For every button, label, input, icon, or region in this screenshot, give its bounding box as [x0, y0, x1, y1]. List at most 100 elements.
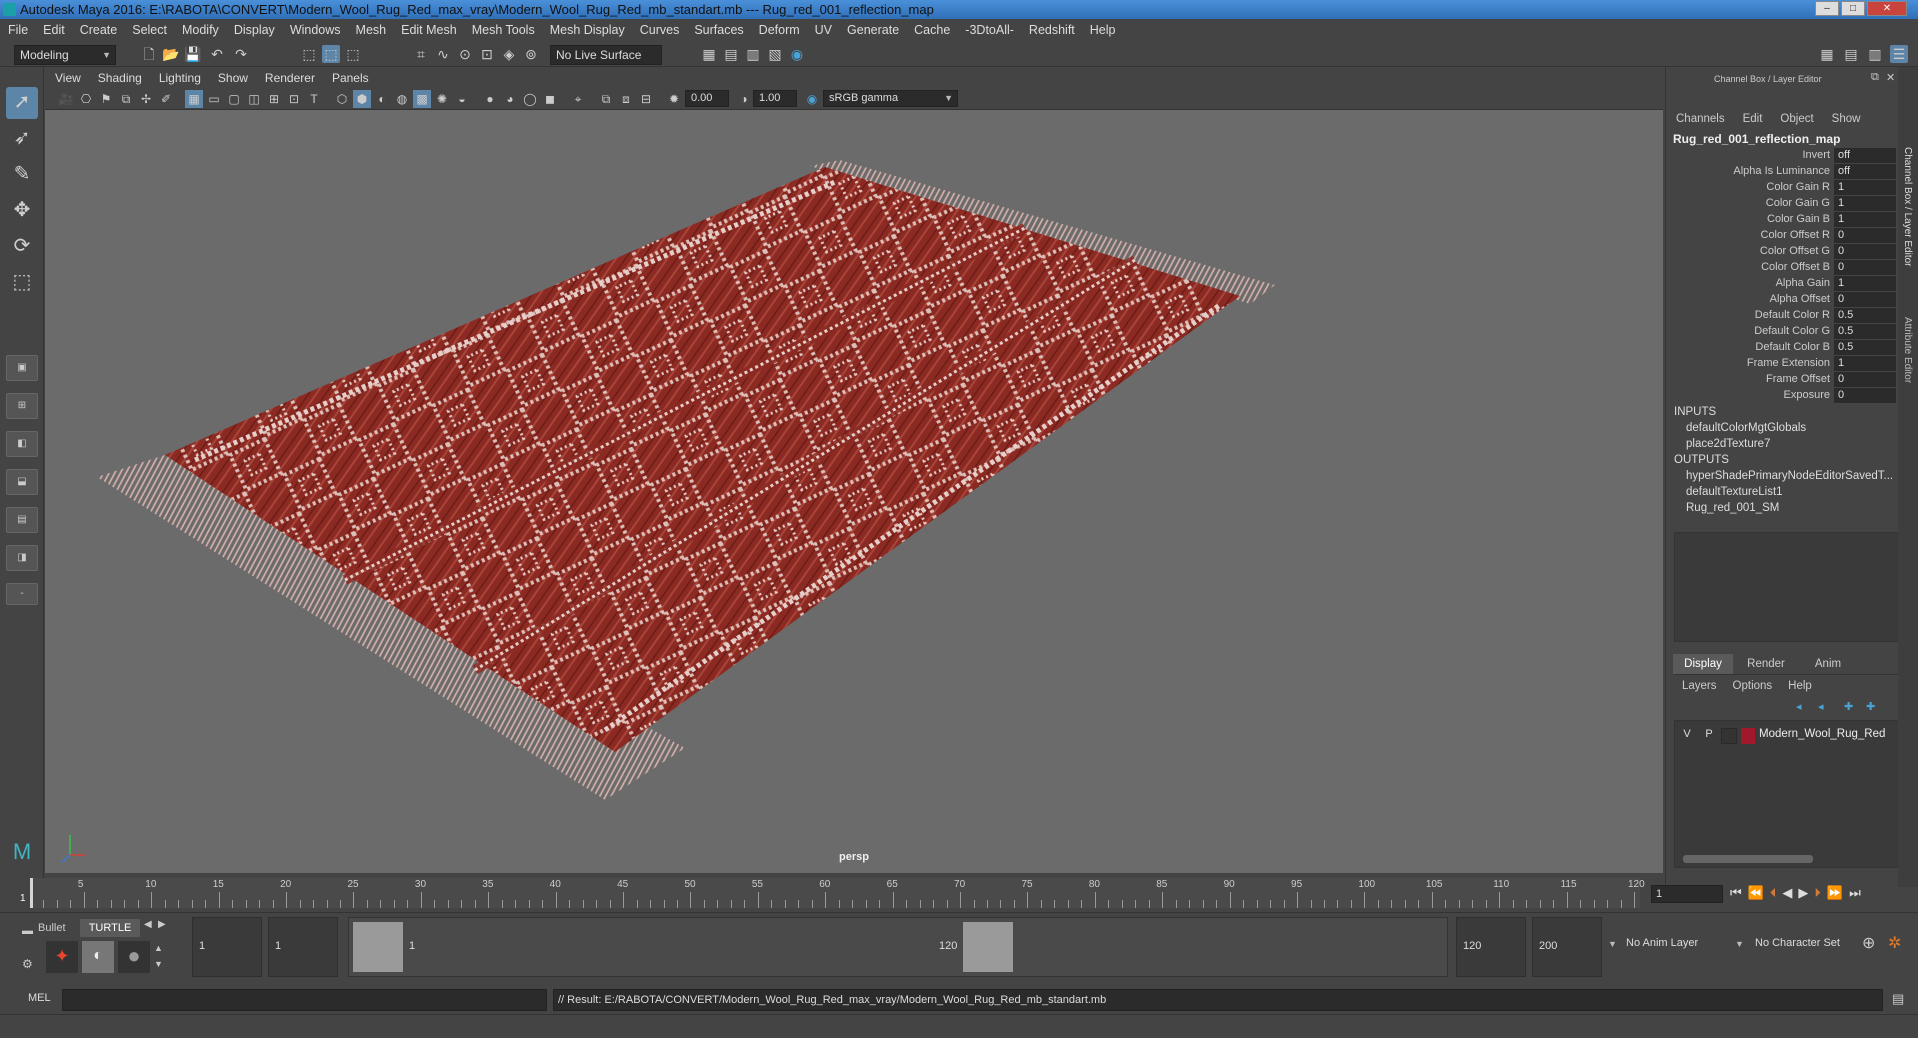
snap-point-icon[interactable]: ⊙: [456, 45, 474, 63]
select-tool-icon[interactable]: ➚: [6, 87, 38, 119]
close-button[interactable]: ✕: [1867, 1, 1907, 16]
mode-dropdown[interactable]: Modeling ▼: [14, 45, 116, 65]
time-slider[interactable]: 5 10 15 20 25 30 35 40 45 50 55 60 65 70 75 80 85 90 95 100…: [30, 878, 1645, 908]
channel-box-toggle-icon[interactable]: ☰: [1890, 45, 1908, 63]
animation-end-field[interactable]: 200: [1532, 917, 1602, 977]
attr-value[interactable]: 0: [1834, 228, 1896, 243]
turtle-settings-icon[interactable]: ◐: [82, 941, 114, 973]
menu-file[interactable]: File: [8, 23, 28, 37]
motion-blur-icon[interactable]: ◕: [501, 90, 519, 108]
select-object-icon[interactable]: ⬚: [322, 45, 340, 63]
current-frame-field[interactable]: 1: [1651, 885, 1723, 903]
render-settings-icon[interactable]: ▦: [700, 45, 718, 63]
menu-deform[interactable]: Deform: [759, 23, 800, 37]
menu-select[interactable]: Select: [132, 23, 167, 37]
attr-value[interactable]: 0.5: [1834, 324, 1896, 339]
attr-row[interactable]: Frame Offset 0: [1666, 372, 1896, 388]
chevron-down-icon[interactable]: ▼: [1608, 939, 1617, 949]
bookmark-icon[interactable]: ⚑: [97, 90, 115, 108]
options-menu[interactable]: Options: [1733, 680, 1773, 692]
xray-icon[interactable]: ⧉: [597, 90, 615, 108]
playback-start-field[interactable]: 1: [268, 917, 338, 977]
attr-row[interactable]: Color Offset B 0: [1666, 260, 1896, 276]
menu-help[interactable]: Help: [1090, 23, 1116, 37]
viewport-menu-lighting[interactable]: Lighting: [159, 71, 201, 85]
attr-value[interactable]: 1: [1834, 276, 1896, 291]
channels-menu[interactable]: Channels: [1676, 113, 1725, 125]
attr-row[interactable]: Alpha Gain 1: [1666, 276, 1896, 292]
menu-windows[interactable]: Windows: [290, 23, 341, 37]
attr-value[interactable]: 1: [1834, 212, 1896, 227]
save-scene-icon[interactable]: 💾: [184, 45, 202, 63]
current-time-indicator[interactable]: [30, 878, 33, 908]
shelf-settings-icon[interactable]: ⚙: [22, 957, 33, 971]
grid-toggle-icon[interactable]: ▦: [185, 90, 203, 108]
hypershade-icon[interactable]: ◉: [788, 45, 806, 63]
color-management-icon[interactable]: ◉: [803, 90, 821, 108]
menu-display[interactable]: Display: [234, 23, 275, 37]
more-layouts-icon[interactable]: -: [6, 583, 38, 605]
paint-select-tool-icon[interactable]: ✎: [6, 159, 38, 191]
menu-mesh-tools[interactable]: Mesh Tools: [472, 23, 535, 37]
exposure-icon[interactable]: ✹: [665, 90, 683, 108]
xray-joints-icon[interactable]: ⧈: [617, 90, 635, 108]
menu-edit-mesh[interactable]: Edit Mesh: [401, 23, 457, 37]
close-panel-icon[interactable]: ✕: [1886, 71, 1895, 84]
grease-pencil-icon[interactable]: ✐: [157, 90, 175, 108]
snap-view-icon[interactable]: ⊡: [478, 45, 496, 63]
shelf-prev-icon[interactable]: ◀: [144, 919, 152, 930]
menu-redshift[interactable]: Redshift: [1029, 23, 1075, 37]
turtle-render-icon[interactable]: ✦: [46, 941, 78, 973]
uv-editor-layout-icon[interactable]: ◨: [6, 545, 38, 571]
layer-display-type[interactable]: [1721, 728, 1737, 744]
move-layer-down-icon[interactable]: ◂: [1818, 700, 1824, 713]
live-surface-field[interactable]: No Live Surface: [550, 45, 662, 65]
layer-visibility-toggle[interactable]: V: [1679, 728, 1695, 744]
attr-value[interactable]: 0: [1834, 372, 1896, 387]
command-input[interactable]: [62, 989, 547, 1011]
step-forward-icon[interactable]: ⏩: [1827, 885, 1843, 901]
film-gate-icon[interactable]: ▭: [205, 90, 223, 108]
viewport-menu-renderer[interactable]: Renderer: [265, 71, 315, 85]
show-menu[interactable]: Show: [1832, 113, 1861, 125]
attr-value[interactable]: 0: [1834, 260, 1896, 275]
shelf-next-icon[interactable]: ▶: [158, 919, 166, 930]
attr-value[interactable]: 1: [1834, 196, 1896, 211]
range-slider-start-handle[interactable]: [353, 922, 403, 972]
attr-row[interactable]: Default Color G 0.5: [1666, 324, 1896, 340]
smooth-shade-icon[interactable]: ⬢: [353, 90, 371, 108]
selected-node-name[interactable]: Rug_red_001_reflection_map: [1673, 132, 1840, 146]
go-to-end-icon[interactable]: ⏭: [1849, 885, 1861, 901]
modeling-toolkit-icon[interactable]: ▦: [1818, 45, 1836, 63]
shelf-scroll-down-icon[interactable]: ▼: [154, 959, 163, 969]
attr-value[interactable]: 0: [1834, 292, 1896, 307]
menu-generate[interactable]: Generate: [847, 23, 899, 37]
lasso-tool-icon[interactable]: ➶: [6, 123, 38, 155]
undo-icon[interactable]: ↶: [208, 45, 226, 63]
camera-select-icon[interactable]: 🎥: [57, 90, 75, 108]
persp-outliner-layout-icon[interactable]: ◧: [6, 431, 38, 457]
script-editor-icon[interactable]: ▤: [1892, 991, 1904, 1007]
layer-list-scrollbar[interactable]: [1683, 855, 1813, 863]
edit-menu[interactable]: Edit: [1743, 113, 1763, 125]
snap-surface-icon[interactable]: ◈: [500, 45, 518, 63]
scale-tool-icon[interactable]: ⬚: [6, 267, 38, 299]
viewport-menu-panels[interactable]: Panels: [332, 71, 369, 85]
go-to-start-icon[interactable]: ⏮: [1730, 885, 1742, 901]
attr-value[interactable]: off: [1834, 164, 1896, 179]
view-transform-dropdown[interactable]: sRGB gamma ▼: [823, 90, 958, 107]
attr-value[interactable]: 0.5: [1834, 340, 1896, 355]
attr-value[interactable]: 0.5: [1834, 308, 1896, 323]
anim-layer-dropdown[interactable]: No Anim Layer: [1626, 937, 1698, 949]
xray-components-icon[interactable]: ⊟: [637, 90, 655, 108]
menu-mesh-display[interactable]: Mesh Display: [550, 23, 625, 37]
safe-title-icon[interactable]: T: [305, 90, 323, 108]
playback-end-field[interactable]: 120: [1456, 917, 1526, 977]
image-plane-icon[interactable]: ⧉: [117, 90, 135, 108]
wireframe-on-shaded-icon[interactable]: ◐: [373, 90, 391, 108]
resolution-gate-icon[interactable]: ▢: [225, 90, 243, 108]
camera-attributes-icon[interactable]: ⎔: [77, 90, 95, 108]
tool-settings-icon[interactable]: ▥: [1866, 45, 1884, 63]
textured-icon[interactable]: ▩: [413, 90, 431, 108]
screen-space-ao-icon[interactable]: ●: [481, 90, 499, 108]
